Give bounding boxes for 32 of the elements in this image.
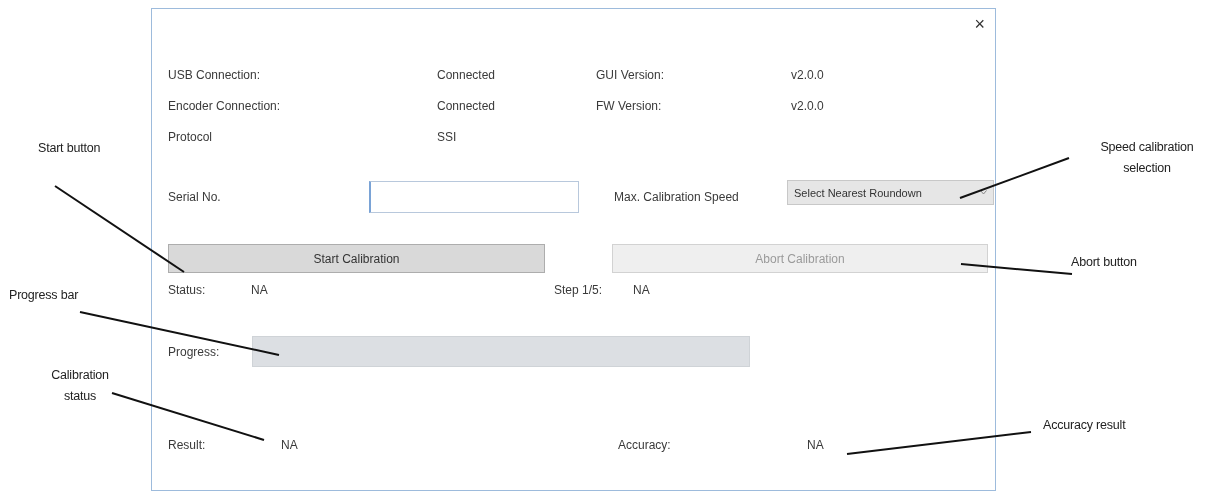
serial-field[interactable] — [369, 181, 579, 213]
info-value: SSI — [437, 129, 458, 144]
start-button[interactable]: Start Calibration — [168, 244, 545, 273]
info-label: FW Version: — [596, 98, 663, 113]
callout-label: Abort button — [1071, 254, 1138, 271]
step-value: NA — [633, 283, 650, 297]
info-value: v2.0.0 — [791, 98, 825, 113]
field-label: Max. Calibration Speed — [614, 190, 740, 204]
result-value: NA — [281, 438, 299, 452]
result-label: Result: — [168, 438, 207, 452]
accuracy-value: NA — [807, 438, 824, 452]
speed-dropdown[interactable]: Select Nearest Roundown — [787, 180, 994, 205]
progress-label: Progress: — [168, 344, 221, 359]
info-label: Encoder Connection: — [168, 98, 282, 113]
info-label: Protocol — [168, 129, 214, 144]
callout-label: Calibration status — [50, 367, 110, 405]
callout-label: Start button — [38, 140, 102, 157]
status-value: NA — [251, 283, 269, 297]
close-button[interactable]: × — [970, 14, 989, 34]
field-label: Serial No. — [168, 190, 222, 204]
callout-label: Speed calibration selection — [1099, 139, 1195, 177]
accuracy-label: Accuracy: — [618, 438, 672, 452]
info-label: GUI Version: — [596, 67, 666, 82]
info-value: Connected — [437, 98, 497, 113]
info-value: v2.0.0 — [791, 67, 825, 82]
callout-label: Accuracy result — [1043, 417, 1127, 434]
callout-label: Progress bar — [9, 287, 80, 304]
info-label: USB Connection: — [168, 67, 262, 82]
status-label: Status: — [168, 283, 207, 297]
info-value: Connected — [437, 67, 497, 82]
chevron-icon — [980, 190, 987, 195]
step-label: Step 1/5: — [554, 283, 604, 297]
